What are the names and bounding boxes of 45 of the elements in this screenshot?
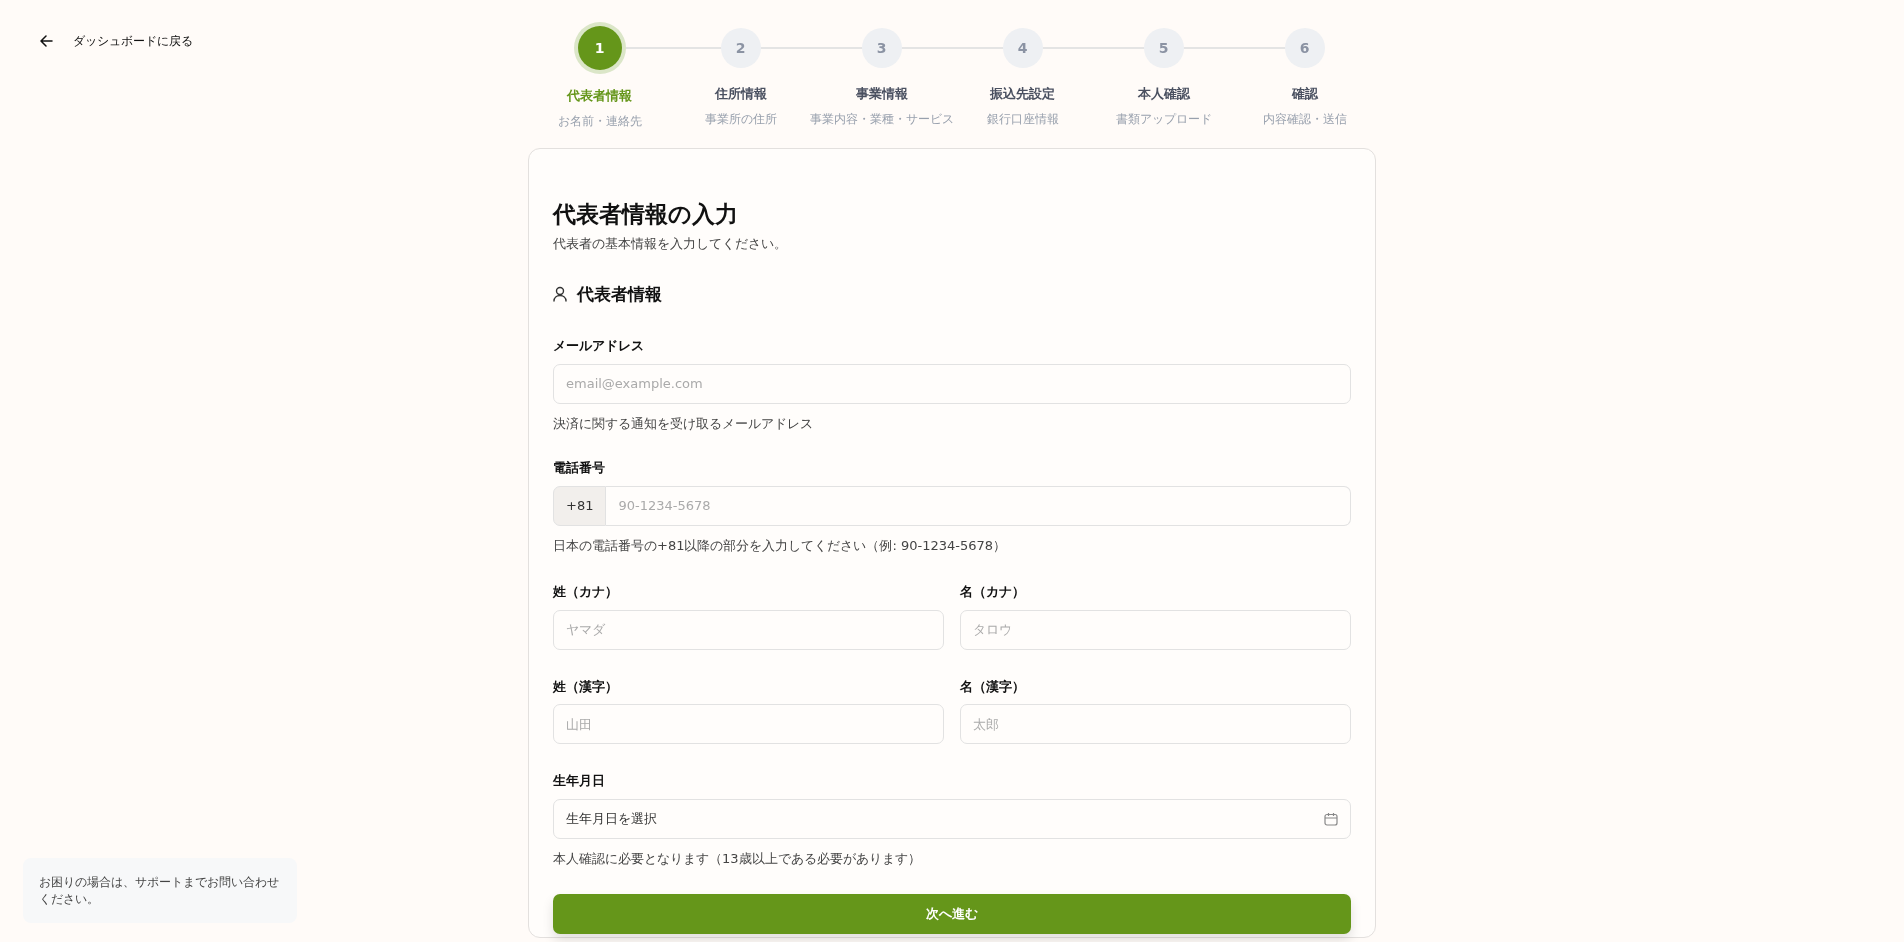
help-text: 日本の電話番号の+81以降の部分を入力してください（例: 90-1234-5678） <box>553 536 1008 555</box>
field-label: 姓（漢字） <box>553 677 618 696</box>
field-label: 生年月日 <box>553 772 605 791</box>
input-field[interactable]: タロウ <box>960 609 1351 650</box>
phone-field[interactable]: 90-1234-5678 <box>606 485 1351 526</box>
step-number[interactable]: 4 <box>1002 28 1043 68</box>
step-title: 住所情報 <box>714 85 767 103</box>
form-description: 代表者の基本情報を入力してください。 <box>553 235 788 254</box>
help-text: 本人確認に必要となります（13歳以上である必要があります） <box>553 849 922 868</box>
step-subtitle: 銀行口座情報 <box>986 110 1059 128</box>
country-code: +81 <box>553 485 607 526</box>
input-field[interactable]: ヤマダ <box>553 609 944 650</box>
input-field[interactable]: 太郎 <box>960 704 1351 745</box>
field-label: 姓（カナ） <box>553 583 618 602</box>
step-subtitle: お名前・連絡先 <box>557 112 642 130</box>
date-picker[interactable]: 生年月日を選択 <box>553 798 1351 839</box>
step-subtitle: 事業内容・業種・サービス <box>809 110 954 128</box>
input-field[interactable]: email@example.com <box>553 363 1351 404</box>
step-number[interactable]: 6 <box>1284 28 1325 68</box>
back-arrow-icon <box>40 35 53 47</box>
step-title: 代表者情報 <box>567 87 632 105</box>
step-title: 確認 <box>1291 85 1318 103</box>
step-number[interactable]: 2 <box>720 28 761 68</box>
field-label: 名（漢字） <box>960 677 1025 696</box>
calendar-icon <box>1324 811 1338 826</box>
back-link[interactable]: ダッシュボードに戻る <box>40 32 193 50</box>
field-label: メールアドレス <box>553 337 644 356</box>
input-field[interactable]: 山田 <box>553 704 944 745</box>
step-title: 振込先設定 <box>990 85 1055 103</box>
help-text: 決済に関する通知を受け取るメールアドレス <box>553 414 814 433</box>
step-number[interactable]: 1 <box>577 26 622 70</box>
next-button[interactable]: 次へ進む <box>553 894 1351 935</box>
section-title: 代表者情報 <box>577 282 662 306</box>
step-title: 事業情報 <box>855 85 908 103</box>
step-subtitle: 事業所の住所 <box>704 110 777 128</box>
form-title: 代表者情報の入力 <box>553 200 739 229</box>
step-subtitle: 書類アップロード <box>1115 110 1212 128</box>
step-number[interactable]: 5 <box>1143 28 1184 68</box>
field-label: 名（カナ） <box>960 583 1025 602</box>
field-label: 電話番号 <box>553 459 605 478</box>
step-subtitle: 内容確認・送信 <box>1262 110 1347 128</box>
step-title: 本人確認 <box>1137 85 1190 103</box>
help-box-text: お困りの場合は、サポートまでお問い合わせください。 <box>23 858 297 923</box>
step-number[interactable]: 3 <box>861 28 902 68</box>
user-icon <box>553 286 567 303</box>
